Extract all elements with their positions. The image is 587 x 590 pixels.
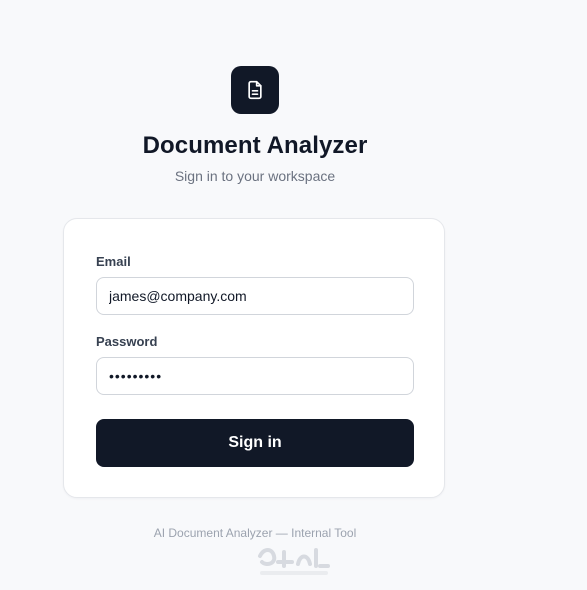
watermark — [254, 544, 334, 580]
password-label: Password — [96, 334, 158, 349]
sign-in-button[interactable]: Sign in — [96, 419, 414, 467]
footer-text: AI Document Analyzer — Internal Tool — [153, 526, 357, 540]
page-subtitle: Sign in to your workspace — [174, 168, 336, 184]
app-logo — [231, 66, 279, 114]
email-label: Email — [96, 254, 131, 269]
document-icon — [248, 80, 262, 100]
login-card: Email Password Sign in — [63, 218, 445, 498]
email-field[interactable] — [96, 277, 414, 315]
mostaql-logo — [258, 548, 330, 575]
password-field[interactable] — [96, 357, 414, 395]
page-title: Document Analyzer — [142, 132, 368, 159]
